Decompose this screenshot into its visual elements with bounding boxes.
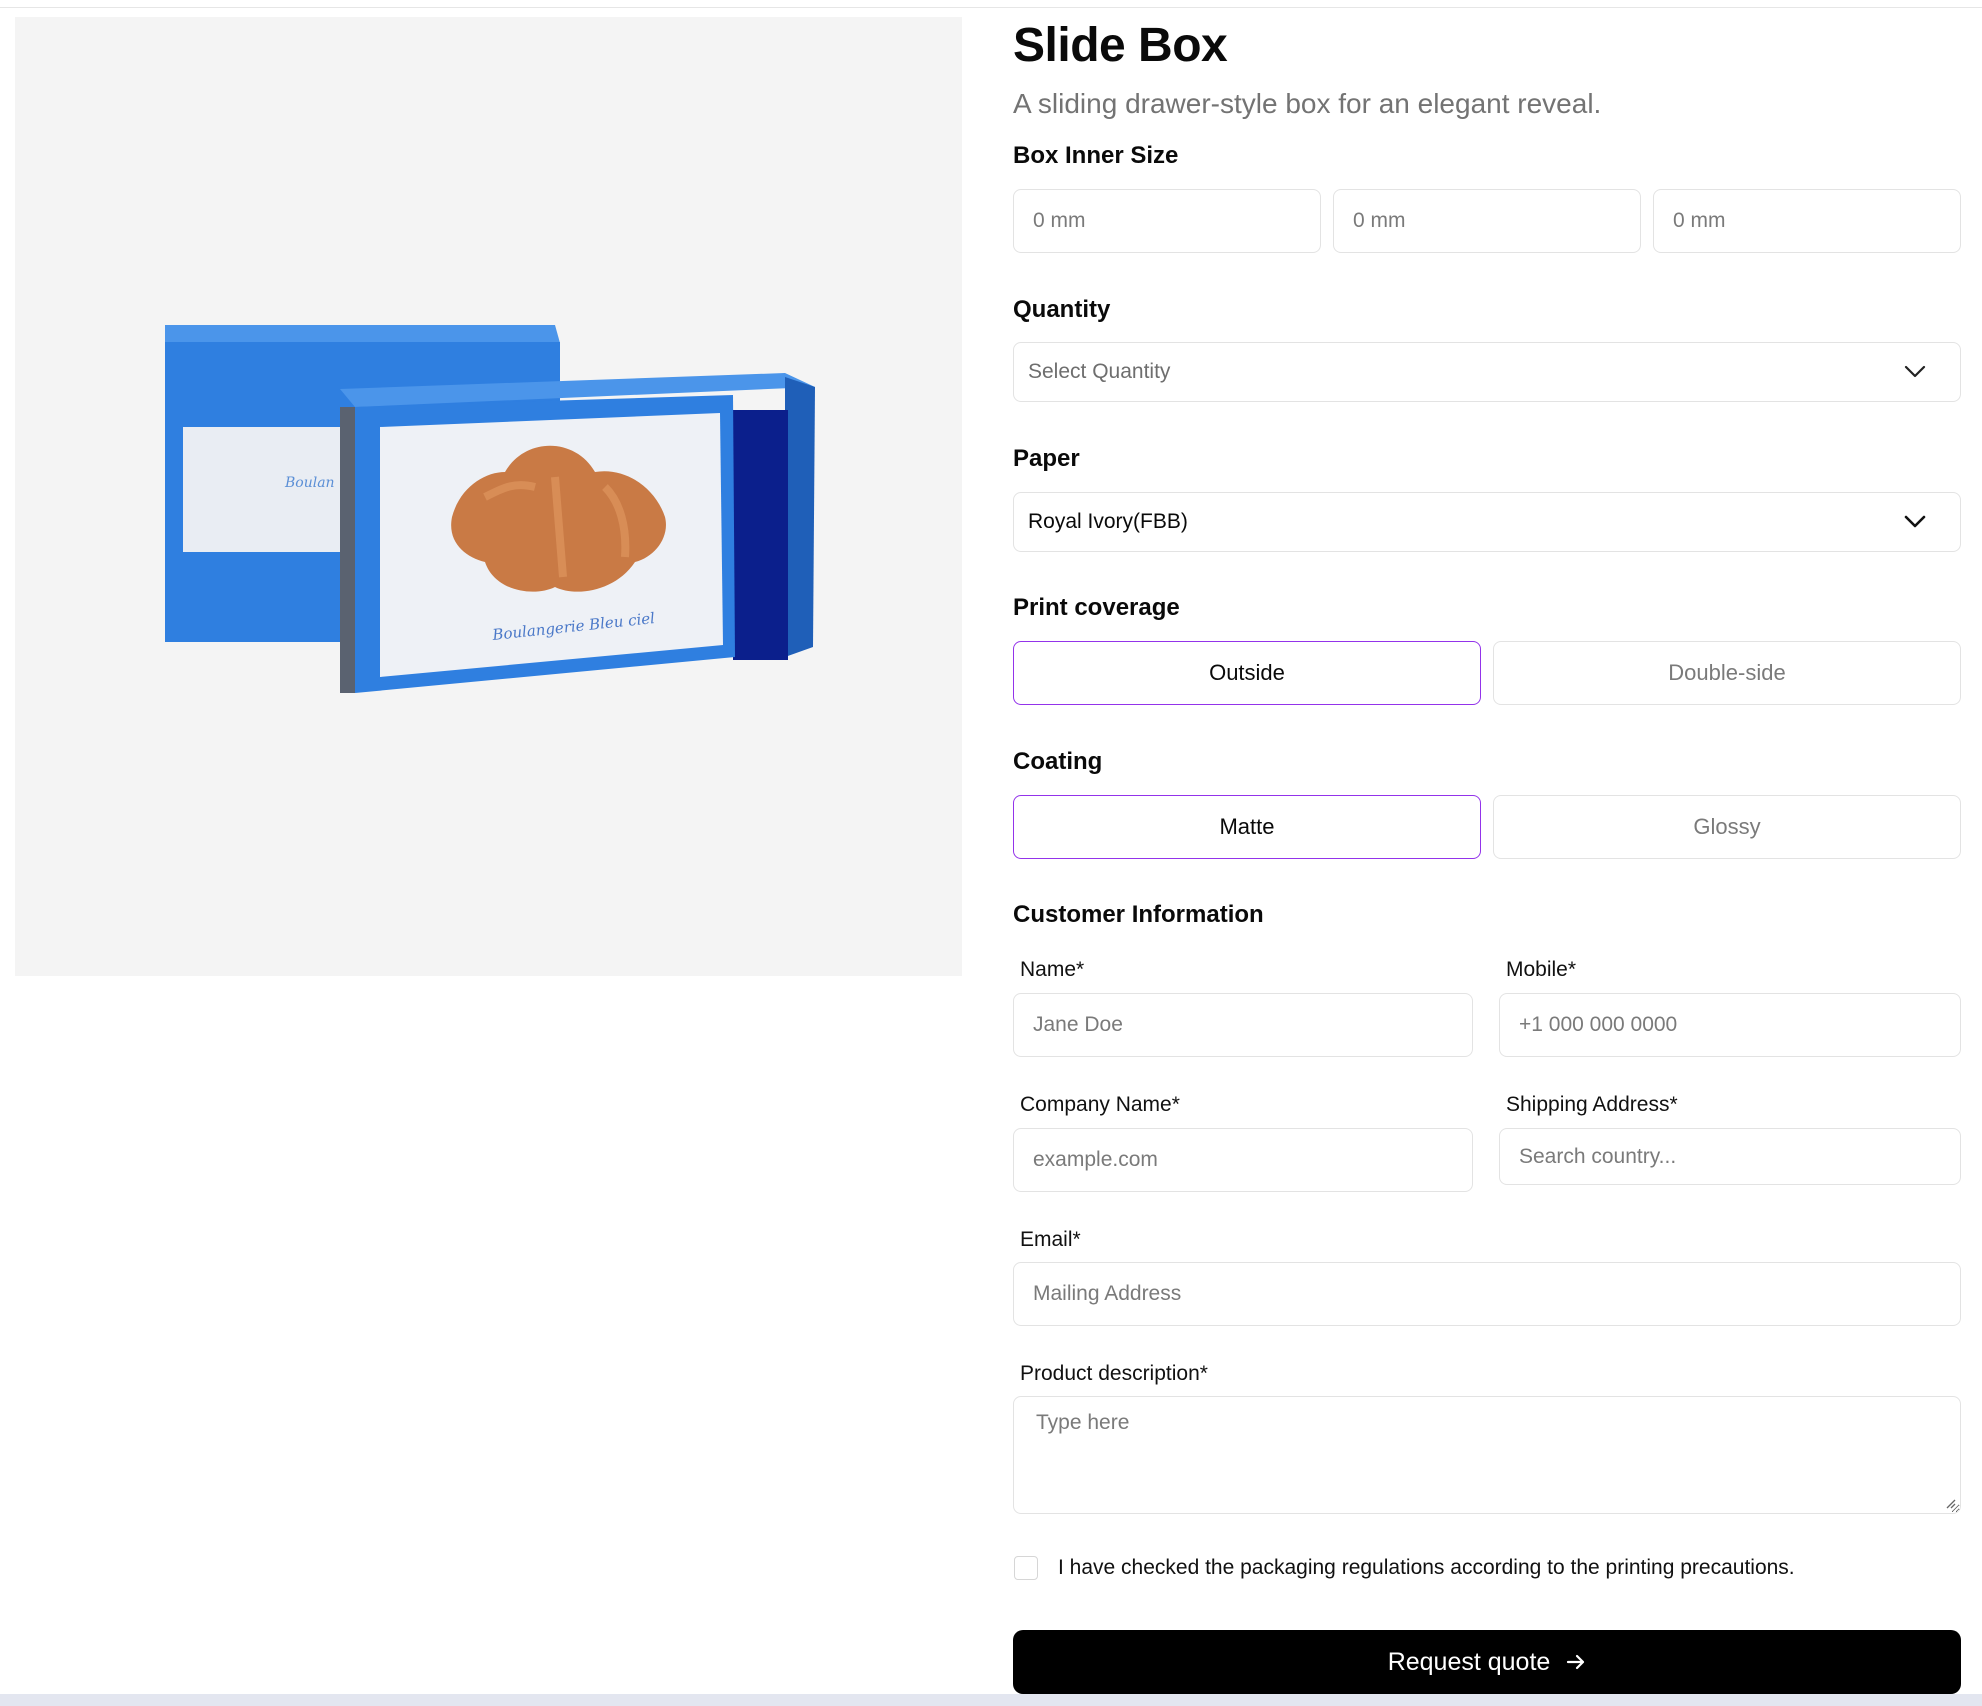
arrow-right-icon: [1567, 1654, 1585, 1670]
print-coverage-double-side[interactable]: Double-side: [1493, 641, 1961, 705]
print-coverage-label: Print coverage: [1013, 594, 1180, 621]
slide-box-illustration: Boulan Boulangerie Bleu ciel: [165, 325, 815, 693]
resize-grip-icon[interactable]: [1944, 1497, 1956, 1509]
shipping-label: Shipping Address*: [1506, 1093, 1678, 1116]
bottom-strip: [0, 1694, 1982, 1706]
top-divider: [0, 7, 1982, 8]
request-quote-label: Request quote: [1387, 1647, 1551, 1676]
print-coverage-outside[interactable]: Outside: [1013, 641, 1481, 705]
company-label: Company Name*: [1020, 1093, 1180, 1116]
customer-info-heading: Customer Information: [1013, 901, 1264, 928]
coating-matte[interactable]: Matte: [1013, 795, 1481, 859]
paper-label: Paper: [1013, 445, 1080, 472]
quantity-select-value: Select Quantity: [1028, 360, 1171, 383]
product-image: Boulan Boulangerie Bleu ciel: [15, 17, 962, 976]
company-input[interactable]: [1013, 1128, 1473, 1192]
coating-glossy[interactable]: Glossy: [1493, 795, 1961, 859]
size-height-input[interactable]: [1653, 189, 1961, 253]
description-label: Product description*: [1020, 1362, 1208, 1385]
product-subtitle: A sliding drawer-style box for an elegan…: [1013, 88, 1602, 119]
size-label: Box Inner Size: [1013, 142, 1179, 169]
size-width-input[interactable]: [1333, 189, 1641, 253]
request-quote-button[interactable]: Request quote: [1013, 1630, 1961, 1694]
agreement-text: I have checked the packaging regulations…: [1058, 1556, 1795, 1579]
quantity-select[interactable]: Select Quantity: [1013, 342, 1961, 402]
mobile-input[interactable]: [1499, 993, 1961, 1057]
mobile-label: Mobile*: [1506, 958, 1577, 981]
email-input[interactable]: [1013, 1262, 1961, 1326]
chevron-down-icon: [1904, 365, 1926, 378]
coating-label: Coating: [1013, 748, 1103, 775]
agreement-checkbox[interactable]: [1014, 1556, 1038, 1580]
name-label: Name*: [1020, 958, 1085, 981]
paper-select[interactable]: Royal Ivory(FBB): [1013, 492, 1961, 552]
back-box-brand-text: Boulan: [284, 475, 335, 491]
paper-select-value: Royal Ivory(FBB): [1028, 510, 1188, 533]
chevron-down-icon: [1904, 515, 1926, 528]
shipping-country-search[interactable]: [1499, 1128, 1961, 1185]
size-length-input[interactable]: [1013, 189, 1321, 253]
name-input[interactable]: [1013, 993, 1473, 1057]
email-label: Email*: [1020, 1228, 1081, 1251]
description-textarea[interactable]: [1013, 1396, 1961, 1514]
page-title: Slide Box: [1013, 19, 1228, 72]
quantity-label: Quantity: [1013, 296, 1111, 323]
